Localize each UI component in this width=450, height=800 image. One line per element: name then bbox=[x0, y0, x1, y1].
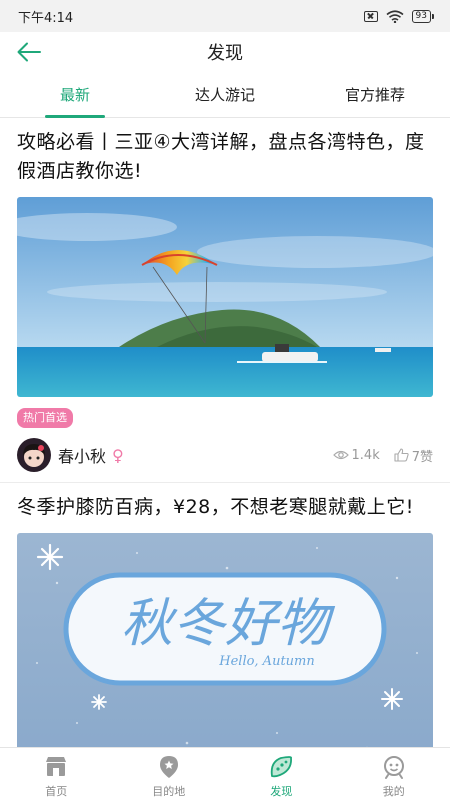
cover-subtitle: Hello, Autumn bbox=[218, 654, 315, 669]
store-icon bbox=[46, 757, 67, 776]
battery-level: 93 bbox=[411, 9, 431, 23]
snowflake-icon bbox=[36, 543, 64, 571]
tab-latest[interactable]: 最新 bbox=[0, 72, 150, 118]
status-icons: 93 bbox=[363, 9, 434, 23]
tab-bar: 最新 达人游记 官方推荐 bbox=[0, 72, 450, 118]
nav-label: 首页 bbox=[45, 785, 68, 798]
eye-icon bbox=[332, 450, 349, 460]
like-count[interactable]: 7赞 bbox=[394, 446, 433, 465]
status-time: 下午4:14 bbox=[18, 10, 74, 26]
cover-headline: 秋冬好物 bbox=[121, 594, 336, 654]
article-feed[interactable]: 攻略必看丨三亚④大湾详解，盘点各湾特色，度假酒店教你选! 热门首选 春小秋 ♀ … bbox=[0, 118, 450, 747]
article-title[interactable]: 攻略必看丨三亚④大湾详解，盘点各湾特色，度假酒店教你选! bbox=[17, 128, 433, 186]
article-card[interactable]: 攻略必看丨三亚④大湾详解，盘点各湾特色，度假酒店教你选! 热门首选 春小秋 ♀ … bbox=[0, 118, 450, 483]
profile-face-icon bbox=[383, 756, 404, 779]
female-icon: ♀ bbox=[112, 445, 124, 465]
discover-leaf-icon bbox=[271, 756, 293, 778]
thumbs-up-icon bbox=[394, 448, 409, 462]
app-header: 发现 bbox=[0, 32, 450, 72]
author-name[interactable]: 春小秋 bbox=[58, 443, 106, 467]
article-title[interactable]: 冬季护膝防百病，¥28，不想老寒腿就戴上它! bbox=[17, 493, 433, 522]
article-card[interactable]: 冬季护膝防百病，¥28，不想老寒腿就戴上它! 秋冬好物 Hello, Autum… bbox=[0, 483, 450, 747]
nav-home[interactable]: 首页 bbox=[0, 748, 113, 800]
like-count-value: 7赞 bbox=[411, 449, 433, 465]
notification-muted-icon bbox=[363, 10, 378, 22]
article-cover-image[interactable] bbox=[17, 197, 433, 397]
author-avatar[interactable] bbox=[17, 438, 51, 472]
back-arrow-icon[interactable] bbox=[16, 40, 42, 64]
tab-expert-travelogues[interactable]: 达人游记 bbox=[150, 72, 300, 117]
view-count: 1.4k bbox=[332, 447, 380, 463]
battery-icon: 93 bbox=[411, 9, 434, 23]
article-meta: 春小秋 ♀ 1.4k 7赞 bbox=[17, 428, 433, 482]
nav-label: 发现 bbox=[270, 785, 293, 798]
view-count-value: 1.4k bbox=[351, 447, 380, 463]
tab-official-picks[interactable]: 官方推荐 bbox=[300, 72, 450, 117]
page-title: 发现 bbox=[207, 43, 243, 64]
nav-profile[interactable]: 我的 bbox=[338, 748, 450, 800]
wifi-icon bbox=[386, 9, 404, 23]
hot-pick-badge: 热门首选 bbox=[17, 408, 73, 428]
snowflake-icon bbox=[381, 688, 403, 710]
snowflake-icon bbox=[91, 694, 107, 710]
nav-label: 我的 bbox=[382, 785, 405, 798]
article-cover-image[interactable]: 秋冬好物 Hello, Autumn bbox=[17, 533, 433, 747]
nav-destination[interactable]: 目的地 bbox=[113, 748, 226, 800]
location-pin-icon bbox=[159, 756, 178, 778]
nav-label: 目的地 bbox=[152, 785, 186, 798]
nav-discover[interactable]: 发现 bbox=[225, 748, 338, 800]
bottom-nav: 首页 目的地 发现 我的 bbox=[0, 747, 450, 800]
status-bar: 下午4:14 93 bbox=[0, 0, 450, 32]
